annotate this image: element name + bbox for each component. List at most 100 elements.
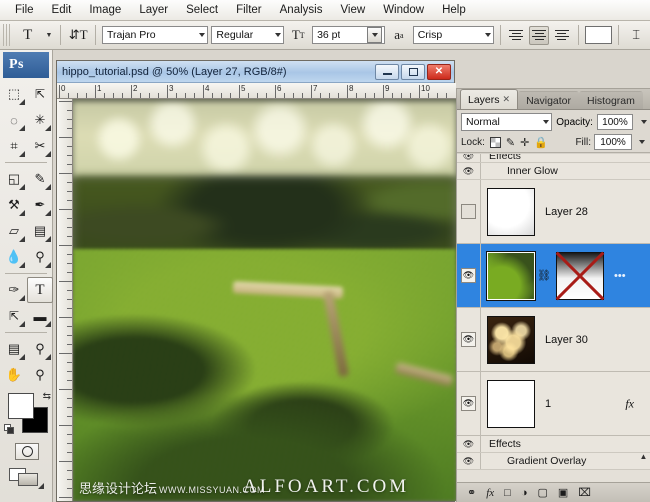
chevron-down-icon[interactable]: [367, 27, 383, 43]
tab-histogram[interactable]: Histogram: [579, 91, 643, 109]
lock-all-icon[interactable]: 🔒: [534, 136, 548, 149]
layer-thumbnail[interactable]: [487, 379, 535, 428]
blur-tool[interactable]: 💧: [1, 244, 27, 270]
magic-wand-tool[interactable]: ✳: [27, 107, 53, 133]
visibility-toggle[interactable]: 👁: [457, 154, 481, 162]
lock-transparent-pixels-icon[interactable]: [489, 136, 501, 148]
lock-position-icon[interactable]: ✛: [520, 136, 529, 149]
tool-preset-chevron-down-icon[interactable]: ▼: [44, 24, 55, 46]
list-item[interactable]: 👁 Gradient Overlay: [457, 453, 650, 470]
menu-item-layer[interactable]: Layer: [130, 2, 177, 18]
notes-tool[interactable]: ▤: [1, 336, 27, 362]
new-layer-button[interactable]: ▣: [558, 486, 568, 499]
horizontal-ruler[interactable]: 0 1 2 3 4 5 6 7 8 9 10: [57, 83, 456, 99]
close-icon[interactable]: ✕: [503, 94, 511, 105]
visibility-toggle[interactable]: [457, 180, 481, 243]
menu-item-file[interactable]: File: [6, 2, 43, 18]
table-row[interactable]: Layer 28: [457, 180, 650, 244]
table-row[interactable]: 👁 1 fx: [457, 372, 650, 436]
align-center-button[interactable]: [529, 25, 549, 45]
rectangle-shape-tool[interactable]: ▬: [27, 303, 53, 329]
quick-mask-toggle[interactable]: [5, 441, 49, 461]
zoom-tool[interactable]: ⚲: [27, 362, 53, 388]
foreground-color-swatch[interactable]: [8, 393, 34, 419]
menu-item-filter[interactable]: Filter: [227, 2, 271, 18]
hand-tool[interactable]: ✋: [1, 362, 27, 388]
opacity-chevron-down-icon[interactable]: [641, 120, 647, 124]
fill-input[interactable]: 100%: [594, 134, 632, 150]
type-tool[interactable]: T: [27, 277, 53, 303]
layer-name[interactable]: Layer 28: [545, 206, 588, 218]
gradient-tool[interactable]: ▤: [27, 218, 53, 244]
eraser-tool[interactable]: ▱: [1, 218, 27, 244]
pen-tool[interactable]: ✑: [1, 277, 27, 303]
visibility-toggle[interactable]: 👁: [457, 308, 481, 371]
layer-name[interactable]: 1: [545, 398, 551, 410]
layer-thumbnail[interactable]: [486, 250, 536, 301]
add-layer-style-button[interactable]: fx: [486, 487, 494, 499]
font-style-select[interactable]: Regular: [211, 26, 285, 44]
list-item[interactable]: 👁 Effects: [457, 436, 650, 453]
healing-brush-tool[interactable]: ◱: [1, 166, 27, 192]
layer-name[interactable]: Layer 30: [545, 334, 588, 346]
lasso-tool[interactable]: ◌: [1, 107, 27, 133]
align-right-button[interactable]: [552, 26, 572, 45]
link-icon[interactable]: ⛓: [537, 269, 551, 282]
panel-scroll-up-arrow[interactable]: ▲: [637, 449, 650, 464]
dodge-tool[interactable]: ⚲: [27, 244, 53, 270]
close-button[interactable]: ✕: [427, 63, 451, 80]
layer-style-badge-icon[interactable]: fx: [625, 396, 634, 411]
link-layers-button[interactable]: ⚭: [467, 486, 476, 499]
swap-colors-icon[interactable]: ⇆: [43, 391, 51, 402]
font-size-select[interactable]: 36 pt: [312, 26, 386, 44]
align-left-button[interactable]: [507, 26, 527, 45]
layer-mask-thumbnail[interactable]: [556, 251, 604, 300]
default-colors-icon[interactable]: [4, 424, 15, 435]
new-adjustment-layer-button[interactable]: ◑: [521, 487, 528, 499]
visibility-toggle[interactable]: 👁: [457, 244, 481, 307]
options-bar-grip[interactable]: [3, 24, 10, 46]
layer-thumbnail[interactable]: [487, 187, 535, 236]
text-color-swatch[interactable]: [584, 26, 613, 44]
visibility-toggle[interactable]: 👁: [457, 163, 481, 179]
menu-item-select[interactable]: Select: [177, 2, 227, 18]
blend-mode-select[interactable]: Normal: [461, 113, 553, 131]
table-row[interactable]: 👁 Layer 30: [457, 308, 650, 372]
screen-mode-button[interactable]: [5, 466, 49, 490]
menu-item-image[interactable]: Image: [80, 2, 130, 18]
tab-layers[interactable]: Layers ✕: [460, 89, 519, 109]
menu-item-edit[interactable]: Edit: [43, 2, 81, 18]
add-layer-mask-button[interactable]: □: [504, 487, 511, 499]
vertical-ruler[interactable]: [57, 99, 73, 501]
type-tool-icon[interactable]: T: [15, 24, 41, 46]
tab-navigator[interactable]: Navigator: [518, 91, 580, 109]
maximize-button[interactable]: [401, 63, 425, 80]
history-brush-tool[interactable]: ✒: [27, 192, 53, 218]
visibility-toggle[interactable]: 👁: [457, 372, 481, 435]
clone-stamp-tool[interactable]: ⚒: [1, 192, 27, 218]
fill-chevron-down-icon[interactable]: [639, 140, 645, 144]
visibility-toggle[interactable]: 👁: [457, 453, 481, 469]
visibility-toggle[interactable]: 👁: [457, 436, 481, 452]
rectangular-marquee-tool[interactable]: ⬚: [1, 81, 27, 107]
text-orientation-icon[interactable]: ⇵T: [67, 24, 89, 46]
delete-layer-button[interactable]: ⌧: [578, 486, 591, 499]
list-item[interactable]: 👁 Inner Glow: [457, 163, 650, 180]
layer-name[interactable]: •••: [614, 270, 626, 282]
eyedropper-tool[interactable]: ⚲: [27, 336, 53, 362]
layer-list[interactable]: 👁 Effects 👁 Inner Glow Layer 28 👁 ⛓ •••: [457, 154, 650, 482]
warp-text-icon[interactable]: ⌶: [625, 24, 647, 46]
minimize-button[interactable]: [375, 63, 399, 80]
path-selection-tool[interactable]: ⇱: [1, 303, 27, 329]
menu-item-analysis[interactable]: Analysis: [271, 2, 332, 18]
menu-item-window[interactable]: Window: [374, 2, 433, 18]
slice-tool[interactable]: ✂: [27, 133, 53, 159]
document-title-bar[interactable]: hippo_tutorial.psd @ 50% (Layer 27, RGB/…: [57, 61, 454, 83]
layer-thumbnail[interactable]: [487, 315, 535, 364]
canvas[interactable]: 思缘设计论坛 WWW.MISSYUAN.COM ALFOART.COM: [73, 99, 456, 501]
menu-item-help[interactable]: Help: [433, 2, 475, 18]
opacity-input[interactable]: 100%: [596, 114, 633, 130]
move-tool[interactable]: ⇱: [27, 81, 53, 107]
anti-alias-select[interactable]: Crisp: [412, 26, 494, 44]
font-family-select[interactable]: Trajan Pro: [101, 26, 209, 44]
